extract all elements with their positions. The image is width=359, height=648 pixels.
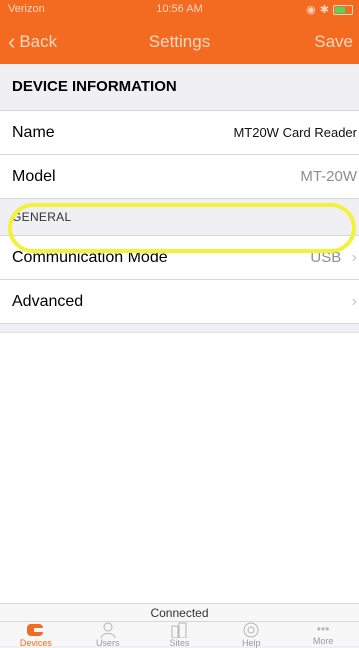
tab-users[interactable]: Users <box>72 622 144 648</box>
row-label: Model <box>12 167 56 185</box>
section-header-general: GENERAL <box>0 199 359 236</box>
row-advanced[interactable]: Advanced › <box>0 280 359 324</box>
help-icon <box>242 622 260 638</box>
bluetooth-icon: ✱ <box>319 4 329 16</box>
connection-status-bar: Connected <box>0 603 359 622</box>
devices-icon <box>26 622 46 638</box>
tab-bar: Devices Users Sites Help ••• More <box>0 621 359 648</box>
row-value: USB <box>310 248 342 266</box>
status-icons: ◉ ✱ <box>306 3 353 16</box>
tab-sites[interactable]: Sites <box>144 622 216 648</box>
status-bar: Verizon 10:56 AM ◉ ✱ <box>0 0 359 20</box>
row-name[interactable]: Name MT20W Card Reader <box>0 111 359 155</box>
alarm-icon: ◉ <box>306 4 316 16</box>
tab-label: Sites <box>169 638 190 648</box>
row-value: MT20W Card Reader <box>233 125 357 140</box>
tab-label: Help <box>242 638 261 648</box>
empty-area <box>0 332 359 605</box>
tab-more[interactable]: ••• More <box>287 622 359 646</box>
battery-icon <box>333 4 353 15</box>
chevron-right-icon: › <box>351 248 357 266</box>
clock: 10:56 AM <box>156 3 203 15</box>
tab-help[interactable]: Help <box>215 622 287 648</box>
row-label: Name <box>12 123 55 141</box>
page-title: Settings <box>148 32 211 51</box>
navigation-bar: ‹ Back Settings Save <box>0 20 359 64</box>
more-icon: ••• <box>316 622 330 636</box>
tab-devices[interactable]: Devices <box>0 622 72 648</box>
sites-icon <box>170 622 188 638</box>
save-button[interactable]: Save <box>314 32 353 52</box>
tab-label: Devices <box>19 638 52 648</box>
row-label: Advanced <box>12 292 84 310</box>
section-header-device-information: DEVICE INFORMATION <box>0 64 359 111</box>
row-model: Model MT-20W <box>0 155 359 199</box>
row-communication-mode[interactable]: Communication Mode USB › <box>0 236 359 280</box>
row-value: MT-20W <box>300 168 357 185</box>
chevron-right-icon: › <box>351 292 357 310</box>
row-label: Communication Mode <box>12 248 168 266</box>
users-icon <box>99 622 117 638</box>
tab-label: Users <box>95 638 120 648</box>
